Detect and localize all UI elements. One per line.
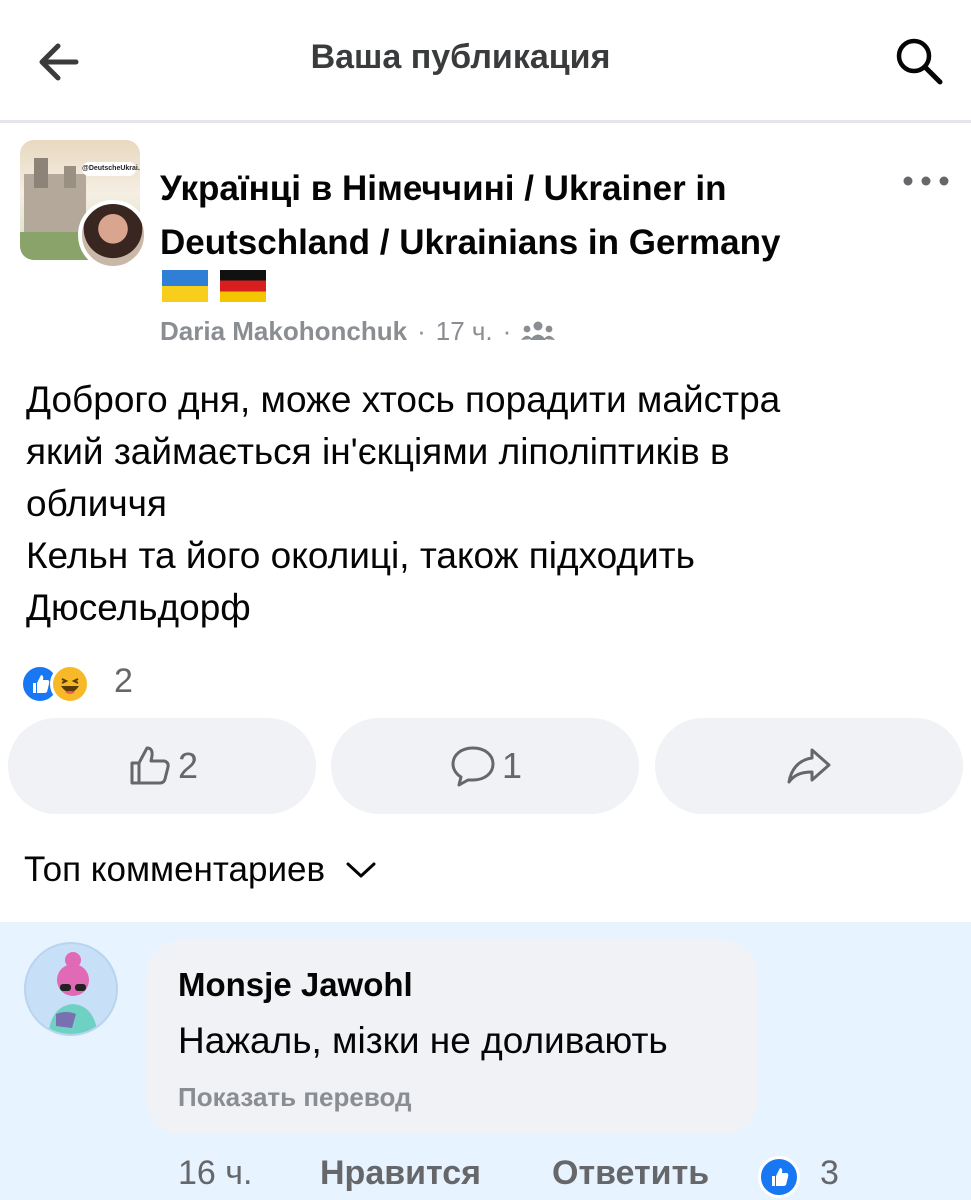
- share-button[interactable]: [655, 718, 963, 814]
- post-text: Доброго дня, може хтось порадити майстра…: [26, 379, 781, 628]
- search-button[interactable]: [882, 28, 954, 92]
- meta-separator: ·: [502, 316, 512, 346]
- comment-reaction-count: 3: [820, 1154, 839, 1192]
- commenter-avatar[interactable]: [24, 942, 118, 1036]
- thumbs-up-icon: [130, 746, 170, 785]
- reaction-count: 2: [114, 662, 133, 700]
- comment-like-button[interactable]: Нравится: [320, 1154, 481, 1193]
- like-button[interactable]: 2: [8, 718, 316, 814]
- comment-bubble-icon: [451, 746, 495, 787]
- group-name-link[interactable]: Українці в Німеччині / Ukrainer in Deuts…: [160, 162, 880, 270]
- comments-sort-dropdown[interactable]: Топ комментариев: [24, 850, 377, 890]
- comment-button[interactable]: 1: [331, 718, 639, 814]
- comment-reply-button[interactable]: Ответить: [552, 1154, 709, 1193]
- comment-like-reaction-icon[interactable]: [758, 1156, 800, 1198]
- show-translation-link[interactable]: Показать перевод: [178, 1082, 412, 1113]
- comment-text: Нажаль, мізки не доливають: [178, 1020, 668, 1061]
- post-meta: Daria Makohonchuk · 17 ч. ·: [160, 316, 556, 347]
- commenter-name-link[interactable]: Monsje Jawohl: [178, 966, 413, 1004]
- flag-germany-icon: [220, 270, 266, 302]
- more-dots-icon: [903, 176, 949, 186]
- post-author-link[interactable]: Daria Makohonchuk: [160, 316, 407, 346]
- comment-count: 1: [501, 745, 523, 786]
- chevron-down-icon: [346, 862, 376, 878]
- group-name-flags: [162, 270, 278, 304]
- meta-separator: ·: [417, 316, 426, 346]
- group-members-icon: [521, 321, 556, 340]
- post-more-button[interactable]: [898, 166, 954, 196]
- author-avatar[interactable]: [78, 200, 148, 270]
- page-title: Ваша публикация: [310, 38, 611, 76]
- comment-timestamp[interactable]: 16 ч.: [178, 1154, 252, 1193]
- flag-ukraine-icon: [162, 270, 208, 302]
- like-count: 2: [177, 745, 199, 786]
- haha-reaction-icon: [50, 664, 90, 704]
- group-cover-badge: @DeutscheUkrai..: [82, 162, 140, 176]
- post-timestamp[interactable]: 17 ч.: [436, 316, 493, 346]
- comments-sort-label: Топ комментариев: [24, 850, 326, 889]
- header-divider: [0, 120, 971, 123]
- share-arrow-icon: [787, 748, 831, 784]
- search-icon: [896, 38, 943, 85]
